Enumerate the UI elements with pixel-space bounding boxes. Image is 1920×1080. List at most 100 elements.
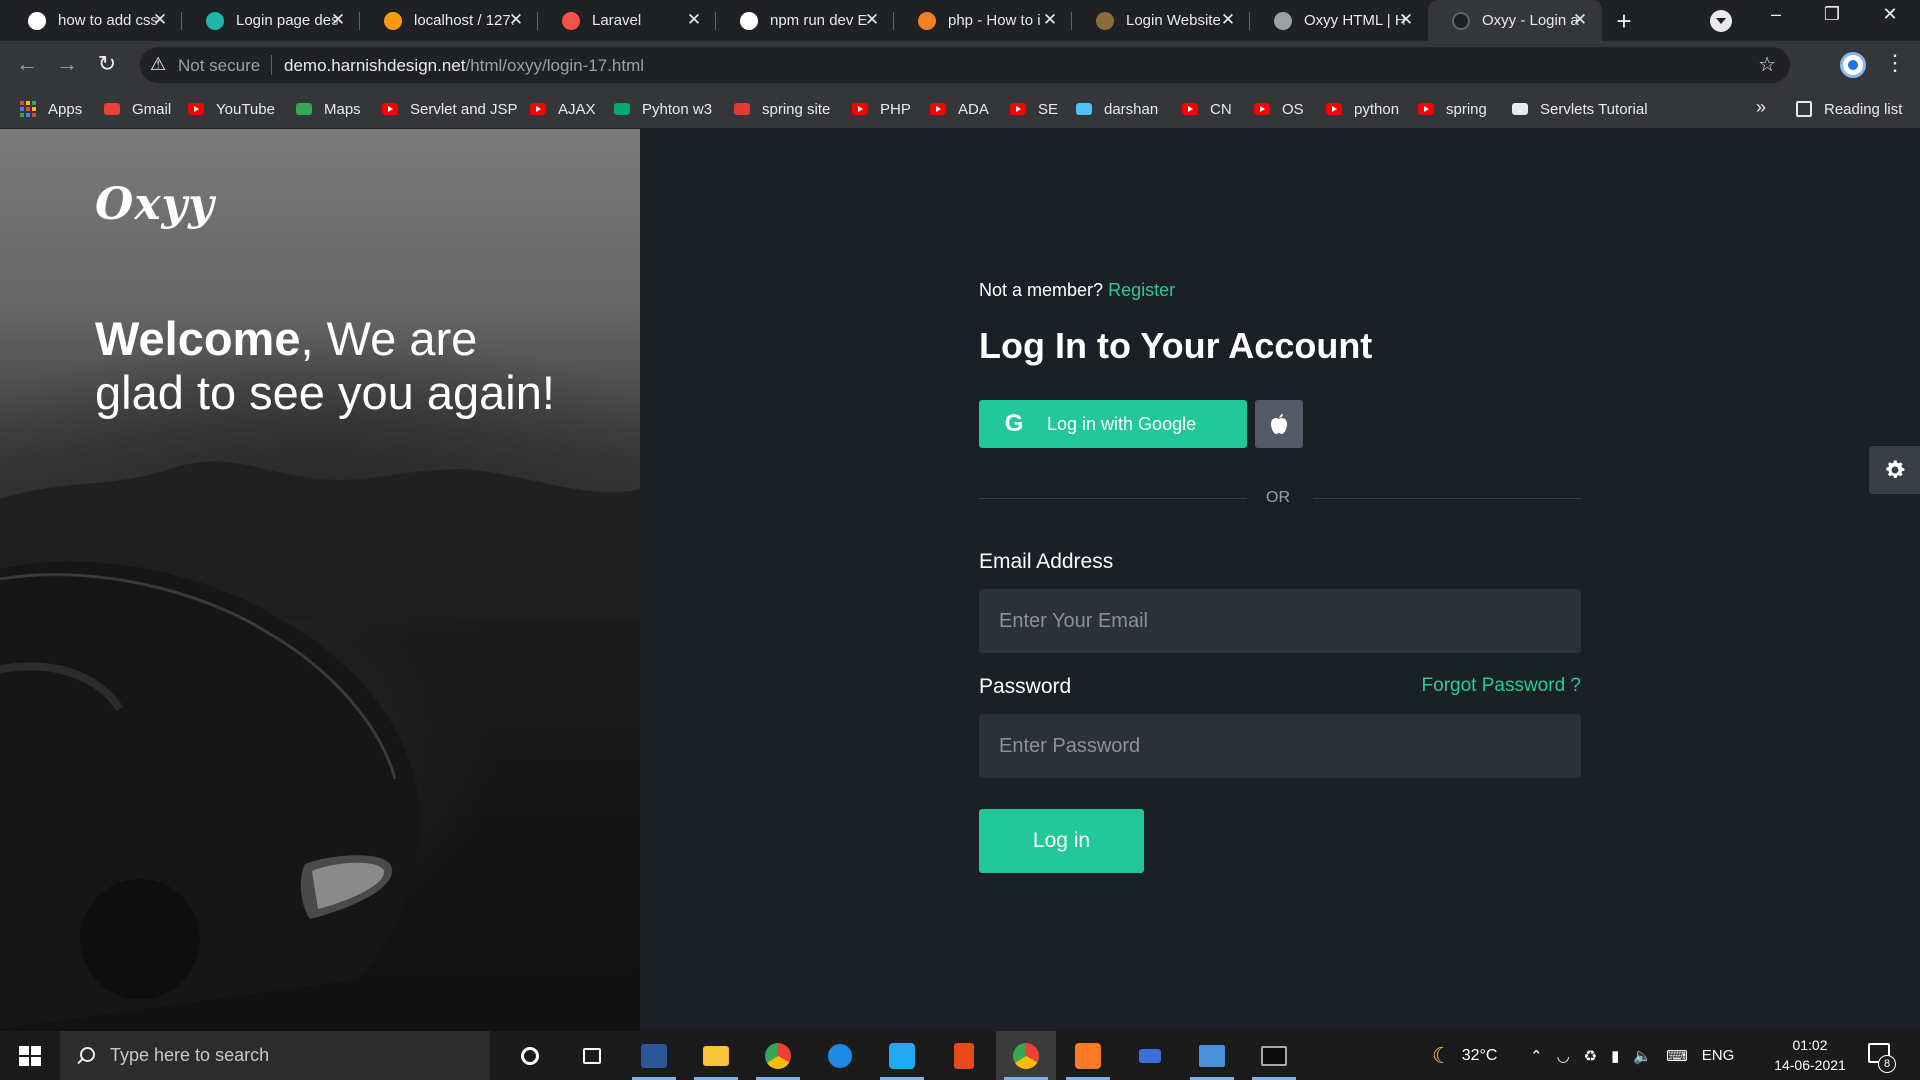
browser-tab[interactable]: Oxyy - Login a ✕ — [1428, 0, 1602, 41]
not-member-label: Not a member? — [979, 280, 1104, 300]
bookmark-item[interactable]: Servlets Tutorial — [1512, 89, 1648, 129]
taskbar-app-button[interactable] — [1244, 1031, 1304, 1080]
wifi-icon[interactable]: ◡ — [1557, 1047, 1570, 1065]
close-window-button[interactable]: ✕ — [1870, 4, 1910, 25]
sync-icon[interactable]: ♻ — [1584, 1047, 1597, 1065]
taskbar-app-button[interactable] — [996, 1031, 1056, 1080]
register-link[interactable]: Register — [1108, 280, 1175, 300]
bookmark-item[interactable]: python — [1326, 89, 1399, 129]
battery-icon[interactable]: ▮ — [1611, 1047, 1619, 1065]
language-indicator[interactable]: ENG — [1702, 1047, 1735, 1064]
bookmark-item[interactable]: Gmail — [104, 89, 171, 129]
windows-start-button[interactable] — [19, 1046, 41, 1066]
windows-taskbar: Type here to search ☾ 32°C ⌃ ◡ ♻ ▮ 🔈 ⌨ E… — [0, 1031, 1920, 1080]
tab-close-icon[interactable]: ✕ — [1040, 10, 1060, 30]
youtube-icon — [530, 103, 546, 115]
bookmark-item[interactable]: PHP — [852, 89, 911, 129]
reload-icon[interactable]: ↻ — [92, 51, 122, 77]
browser-tab[interactable]: Login page des ✕ — [182, 0, 360, 41]
new-tab-button[interactable]: + — [1610, 6, 1638, 37]
browser-tab[interactable]: php - How to i ✕ — [894, 0, 1072, 41]
bookmark-item[interactable]: spring site — [734, 89, 830, 129]
password-field[interactable] — [979, 714, 1581, 778]
bookmark-item[interactable]: ADA — [930, 89, 989, 129]
google-login-button[interactable]: G Log in with Google — [979, 400, 1247, 448]
tab-close-icon[interactable]: ✕ — [684, 10, 704, 30]
taskbar-app-button[interactable] — [1058, 1031, 1118, 1080]
menu-kebab-icon[interactable]: ⋮ — [1884, 50, 1906, 76]
tab-close-icon[interactable]: ✕ — [506, 10, 526, 30]
bookmark-item[interactable]: SE — [1010, 89, 1058, 129]
tab-close-icon[interactable]: ✕ — [1218, 10, 1238, 30]
taskbar-app-button[interactable] — [748, 1031, 808, 1080]
forward-icon[interactable]: → — [52, 51, 82, 77]
bookmark-item[interactable]: darshan — [1076, 89, 1158, 129]
taskbar-app-button[interactable] — [934, 1031, 994, 1080]
maps-icon — [296, 103, 312, 115]
keyboard-icon[interactable]: ⌨ — [1666, 1047, 1688, 1065]
darshan-icon — [1076, 103, 1092, 115]
login-button[interactable]: Log in — [979, 809, 1144, 873]
bookmark-item[interactable]: OS — [1254, 89, 1304, 129]
github-icon — [740, 11, 758, 30]
taskbar-app-button[interactable] — [624, 1031, 684, 1080]
bookmark-item[interactable]: spring — [1418, 89, 1487, 129]
taskbar-app-button[interactable] — [562, 1031, 622, 1080]
back-icon[interactable]: ← — [12, 51, 42, 77]
reading-list-button[interactable]: Reading list — [1796, 89, 1902, 129]
tab-close-icon[interactable]: ✕ — [1396, 10, 1416, 30]
taskbar-search-box[interactable]: Type here to search — [60, 1031, 490, 1080]
bookmark-page-icon — [1096, 11, 1114, 30]
minimize-button[interactable]: – — [1756, 4, 1796, 25]
bookmark-item[interactable]: Maps — [296, 89, 361, 129]
browser-tab[interactable]: npm run dev E ✕ — [716, 0, 894, 41]
bookmark-item[interactable]: CN — [1182, 89, 1232, 129]
weather-widget[interactable]: ☾ 32°C — [1432, 1031, 1497, 1080]
taskbar-app-button[interactable] — [686, 1031, 746, 1080]
taskbar-app-button[interactable] — [500, 1031, 560, 1080]
car-silhouette — [0, 561, 421, 1029]
profile-avatar[interactable] — [1840, 52, 1866, 78]
bookmark-star-icon[interactable]: ☆ — [1758, 52, 1776, 77]
chrome-canary-icon — [1013, 1042, 1039, 1069]
browser-tab[interactable]: Login Website ✕ — [1072, 0, 1250, 41]
divider-right — [1313, 498, 1581, 499]
taskbar-app-button[interactable] — [1182, 1031, 1242, 1080]
tab-close-icon[interactable]: ✕ — [328, 10, 348, 30]
browser-tab[interactable]: Oxyy HTML | H ✕ — [1250, 0, 1428, 41]
address-bar[interactable]: ⚠ Not secure demo.harnishdesign.net/html… — [140, 47, 1790, 83]
bookmark-item[interactable]: Pyhton w3 — [614, 89, 712, 129]
bookmark-item[interactable]: YouTube — [188, 89, 275, 129]
wamp-icon — [1139, 1048, 1161, 1063]
bookmark-item[interactable]: Servlet and JSP — [382, 89, 518, 129]
taskbar-app-button[interactable] — [810, 1031, 870, 1080]
bookmark-label: YouTube — [216, 100, 275, 118]
google-icon: G — [1004, 410, 1024, 437]
apple-login-button[interactable] — [1255, 400, 1303, 448]
browser-tab[interactable]: how to add css ✕ — [4, 0, 182, 41]
tab-close-icon[interactable]: ✕ — [862, 10, 882, 30]
search-placeholder: Type here to search — [110, 1045, 270, 1065]
tab-search-button[interactable] — [1710, 10, 1732, 32]
tab-close-icon[interactable]: ✕ — [1570, 10, 1590, 30]
bookmark-item[interactable]: Apps — [20, 89, 82, 129]
youtube-icon — [930, 103, 946, 115]
email-field[interactable] — [979, 589, 1581, 653]
page-viewport: Oxyy Welcome, We are glad to see you aga… — [0, 129, 1920, 1031]
settings-gear-button[interactable] — [1869, 446, 1920, 494]
system-clock[interactable]: 01:02 14-06-2021 — [1760, 1035, 1860, 1075]
tab-close-icon[interactable]: ✕ — [150, 10, 170, 30]
forgot-password-link[interactable]: Forgot Password ? — [1422, 675, 1581, 697]
tray-overflow-chevron-icon[interactable]: ⌃ — [1530, 1047, 1543, 1065]
browser-tab[interactable]: Laravel ✕ — [538, 0, 716, 41]
taskbar-app-button[interactable] — [1120, 1031, 1180, 1080]
url-text[interactable]: demo.harnishdesign.net/html/oxyy/login-1… — [284, 56, 644, 76]
bookmark-item[interactable]: AJAX — [530, 89, 596, 129]
bookmarks-overflow-button[interactable]: » — [1756, 97, 1766, 118]
taskbar-app-button[interactable] — [872, 1031, 932, 1080]
logo[interactable]: Oxyy — [95, 179, 215, 230]
browser-tab[interactable]: localhost / 127. ✕ — [360, 0, 538, 41]
bookmark-label: AJAX — [558, 100, 596, 118]
volume-icon[interactable]: 🔈 — [1633, 1047, 1652, 1065]
restore-button[interactable]: ❐ — [1812, 4, 1852, 25]
